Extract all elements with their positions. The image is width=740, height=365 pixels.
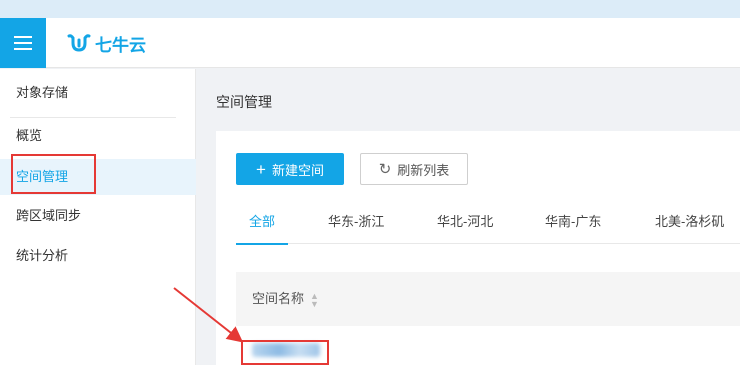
sidebar-item-cross-region-sync[interactable]: 跨区域同步 [0,198,196,234]
hamburger-icon [14,36,32,38]
sidebar-item-statistics[interactable]: 统计分析 [0,238,196,274]
hamburger-icon-bar [14,42,32,44]
region-tabs: 全部 华东-浙江 华北-河北 华南-广东 北美-洛杉矶 [236,204,740,245]
refresh-list-button[interactable]: ↻ 刷新列表 [360,153,468,185]
sidebar-item-object-storage[interactable]: 对象存储 [0,75,196,111]
plus-icon: + [256,159,266,179]
refresh-list-label: 刷新列表 [397,162,450,178]
tab-east-zhejiang[interactable]: 华东-浙江 [328,204,384,244]
tab-na-losangeles[interactable]: 北美-洛杉矶 [655,204,724,244]
new-bucket-label: 新建空间 [271,162,324,178]
column-header-bucket-name[interactable]: 空间名称 ▲ ▼ [252,272,319,326]
top-header: 七牛云 [0,18,740,68]
new-bucket-button[interactable]: + 新建空间 [236,153,344,185]
menu-button[interactable] [0,18,46,68]
column-header-label: 空间名称 [252,291,305,306]
sidebar: 对象存储 概览 空间管理 跨区域同步 统计分析 [0,69,196,365]
tab-north-hebei[interactable]: 华北-河北 [437,204,493,244]
sidebar-item-overview[interactable]: 概览 [0,118,196,154]
logo-text: 七牛云 [95,35,146,55]
tab-south-guangdong[interactable]: 华南-广东 [545,204,601,244]
highlight-box-bucket [241,340,329,365]
hamburger-icon-bar [14,48,32,50]
highlight-box-sidebar [11,154,96,194]
browser-top-strip [0,0,740,18]
active-tab-indicator [236,243,288,245]
logo[interactable]: 七牛云 [67,30,146,56]
refresh-icon: ↻ [378,161,392,178]
table-header: 空间名称 ▲ ▼ [236,272,740,326]
qiniu-logo-icon [67,34,91,52]
tab-all[interactable]: 全部 [236,204,288,245]
page-title: 空间管理 [216,94,272,110]
sort-icon[interactable]: ▲ ▼ [310,291,319,308]
tab-all-label: 全部 [248,214,275,229]
